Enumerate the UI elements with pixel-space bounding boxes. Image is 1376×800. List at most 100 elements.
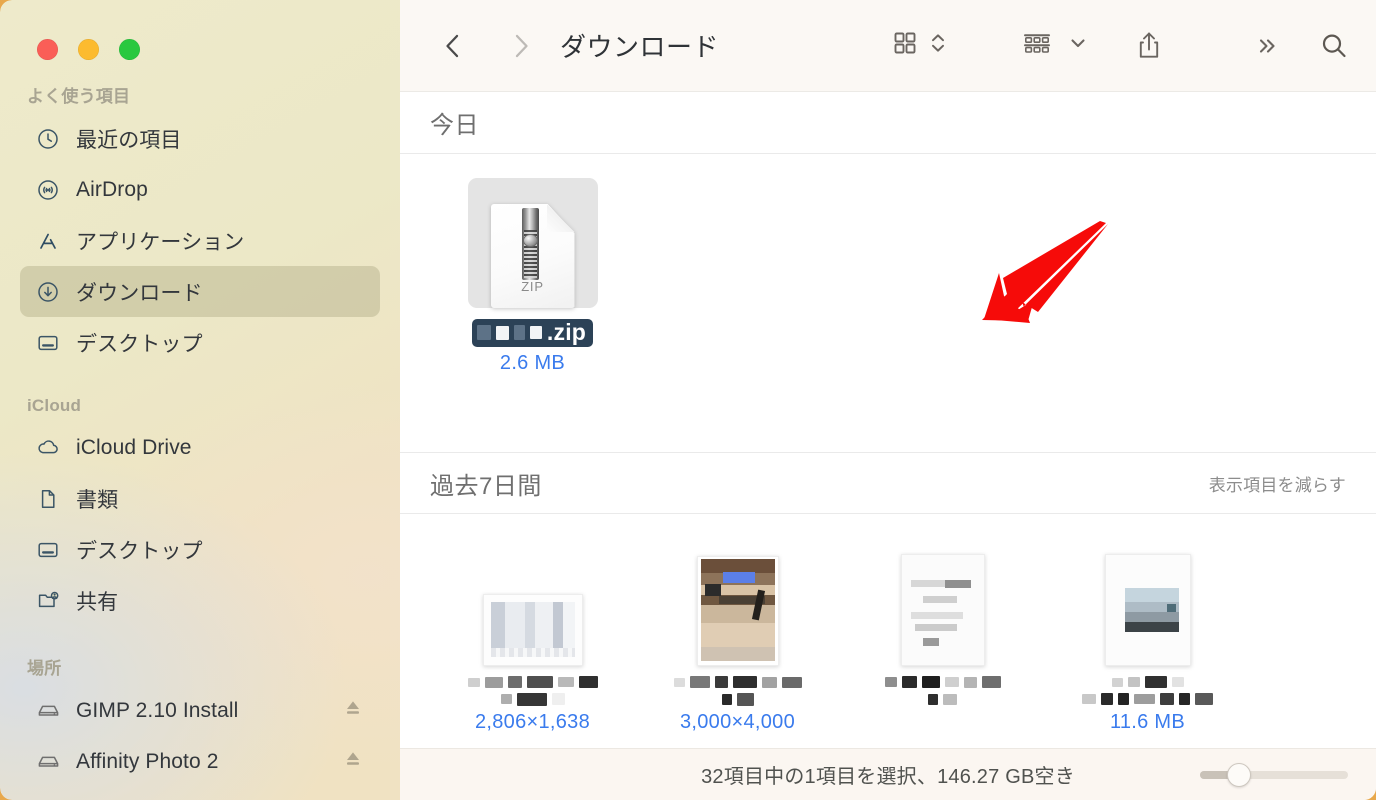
sidebar-section-header: iCloud: [27, 396, 82, 415]
eject-icon[interactable]: [342, 697, 364, 724]
sidebar-item-label: デスクトップ: [76, 539, 203, 563]
sidebar-item-affinity-photo[interactable]: Affinity Photo 2: [20, 736, 380, 787]
zoom-button[interactable]: [119, 39, 140, 60]
sidebar-item-label: デスクトップ: [76, 332, 203, 356]
sidebar-item-icloud-drive[interactable]: iCloud Drive: [20, 422, 380, 473]
eject-icon[interactable]: [342, 748, 364, 775]
airdrop-icon: [35, 177, 61, 203]
file-extension: .zip: [546, 319, 587, 345]
downloads-icon: [35, 279, 61, 305]
forward-button[interactable]: [498, 23, 544, 69]
file-item[interactable]: 3,000×4,000: [635, 536, 840, 734]
sidebar-item-airdrop[interactable]: AirDrop: [20, 164, 380, 215]
image-thumbnail[interactable]: [468, 536, 598, 666]
file-item[interactable]: [840, 536, 1045, 734]
group-by-control[interactable]: [1020, 28, 1088, 63]
sidebar-item-documents[interactable]: 書類: [20, 473, 380, 524]
sidebar-section-icloud: iCloud iCloud Drive 書類 デスクトップ 共有: [0, 396, 400, 626]
redacted-filename: [673, 675, 802, 706]
file-dimensions: 2,806×1,638: [474, 711, 591, 733]
group-items-last-7-days: 2,806×1,638 3,000×4,000 11.6 MB: [400, 514, 1376, 734]
sidebar-section-locations: 場所 GIMP 2.10 Install Affinity Photo 2: [0, 654, 400, 787]
sidebar-item-label: iCloud Drive: [76, 435, 192, 459]
sidebar-item-label: 最近の項目: [76, 128, 182, 152]
group-header-today: 今日: [400, 92, 1376, 154]
status-text: 32項目中の1項目を選択、146.27 GB空き: [701, 766, 1075, 788]
document-icon: [35, 486, 61, 512]
file-browser-content: 今日 ZIP .zip 2.6 MB 過去7日間 表示項目を減らす 2,806×…: [400, 92, 1376, 748]
sidebar-item-label: ダウンロード: [76, 281, 203, 305]
slider-thumb[interactable]: [1226, 762, 1251, 787]
group-header-last-7-days: 過去7日間 表示項目を減らす: [400, 452, 1376, 514]
minimize-button[interactable]: [78, 39, 99, 60]
redacted-filename: [467, 675, 598, 706]
chevron-down-icon[interactable]: [1068, 33, 1088, 58]
desktop-icon: [35, 330, 61, 356]
document-thumbnail[interactable]: [878, 536, 1008, 666]
group-title: 過去7日間: [430, 472, 542, 500]
sidebar-item-recents[interactable]: 最近の項目: [20, 113, 380, 164]
disk-icon: [35, 749, 61, 775]
grid-view-icon[interactable]: [890, 28, 920, 63]
sidebar-item-desktop-icloud[interactable]: デスクトップ: [20, 524, 380, 575]
finder-window: よく使う項目 最近の項目 AirDrop アプリケーション ダウンロード デスク…: [0, 0, 1376, 800]
more-toolbar-items-button[interactable]: [1252, 31, 1282, 61]
sidebar-item-downloads[interactable]: ダウンロード: [20, 266, 380, 317]
sidebar-item-label: 共有: [76, 590, 119, 614]
photo-thumbnail[interactable]: [1083, 536, 1213, 666]
sidebar-section-header: 場所: [27, 659, 62, 678]
group-title: 今日: [430, 112, 479, 139]
sidebar-item-shared[interactable]: 共有: [20, 575, 380, 626]
applications-icon: [35, 228, 61, 254]
page-title: ダウンロード: [560, 32, 720, 62]
file-item[interactable]: 2,806×1,638: [430, 536, 635, 734]
group-by-icon[interactable]: [1020, 28, 1054, 63]
sidebar-item-label: Affinity Photo 2: [76, 749, 219, 773]
back-button[interactable]: [430, 23, 476, 69]
sidebar-item-label: AirDrop: [76, 177, 148, 201]
main-area: ダウンロード 今日 ZIP .zip 2.6 MB 過去7日間 表示項目を減らす…: [400, 0, 1376, 800]
thumbnail-graphic: [900, 554, 985, 666]
zip-document-graphic: ZIP: [490, 204, 575, 308]
shared-folder-icon: [35, 588, 61, 614]
up-down-chevrons-icon[interactable]: [930, 28, 946, 63]
redacted-filename: [884, 675, 1001, 706]
share-button[interactable]: [1134, 29, 1164, 63]
disk-icon: [35, 698, 61, 724]
sidebar: よく使う項目 最近の項目 AirDrop アプリケーション ダウンロード デスク…: [0, 0, 400, 800]
sidebar-item-label: 書類: [76, 488, 119, 512]
sidebar-section-favorites: よく使う項目 最近の項目 AirDrop アプリケーション ダウンロード デスク…: [0, 82, 400, 368]
thumbnail-graphic: [1104, 554, 1191, 666]
file-item[interactable]: ZIP .zip 2.6 MB: [430, 178, 635, 452]
view-mode-control[interactable]: [890, 28, 946, 63]
thumbnail-graphic: [696, 556, 779, 666]
traffic-lights: [0, 0, 400, 60]
toolbar: ダウンロード: [400, 0, 1376, 92]
photo-thumbnail[interactable]: [673, 536, 803, 666]
group-items-today: ZIP .zip 2.6 MB: [400, 154, 1376, 452]
cloud-icon: [35, 435, 61, 461]
desktop-icon: [35, 537, 61, 563]
zip-icon-label: ZIP: [521, 279, 544, 294]
redacted-filename: .zip: [471, 319, 594, 347]
file-item[interactable]: 11.6 MB: [1045, 536, 1250, 734]
show-less-button[interactable]: 表示項目を減らす: [1209, 471, 1346, 496]
sidebar-section-header: よく使う項目: [27, 87, 131, 106]
sidebar-item-applications[interactable]: アプリケーション: [20, 215, 380, 266]
clock-icon: [35, 126, 61, 152]
file-size: 11.6 MB: [1109, 711, 1186, 733]
zip-archive-icon[interactable]: ZIP: [467, 178, 598, 308]
thumbnail-graphic: [482, 594, 583, 666]
sidebar-item-desktop[interactable]: デスクトップ: [20, 317, 380, 368]
sidebar-item-gimp-install[interactable]: GIMP 2.10 Install: [20, 685, 380, 736]
sidebar-item-label: GIMP 2.10 Install: [76, 698, 239, 722]
status-bar: 32項目中の1項目を選択、146.27 GB空き: [400, 748, 1376, 800]
close-button[interactable]: [37, 39, 58, 60]
sidebar-item-label: アプリケーション: [76, 230, 245, 254]
redacted-filename: [1082, 675, 1213, 706]
icon-size-slider[interactable]: [1200, 762, 1348, 787]
file-name-label[interactable]: .zip: [471, 319, 594, 347]
search-button[interactable]: [1318, 30, 1350, 62]
file-size: 2.6 MB: [499, 352, 566, 374]
file-dimensions: 3,000×4,000: [679, 711, 796, 733]
